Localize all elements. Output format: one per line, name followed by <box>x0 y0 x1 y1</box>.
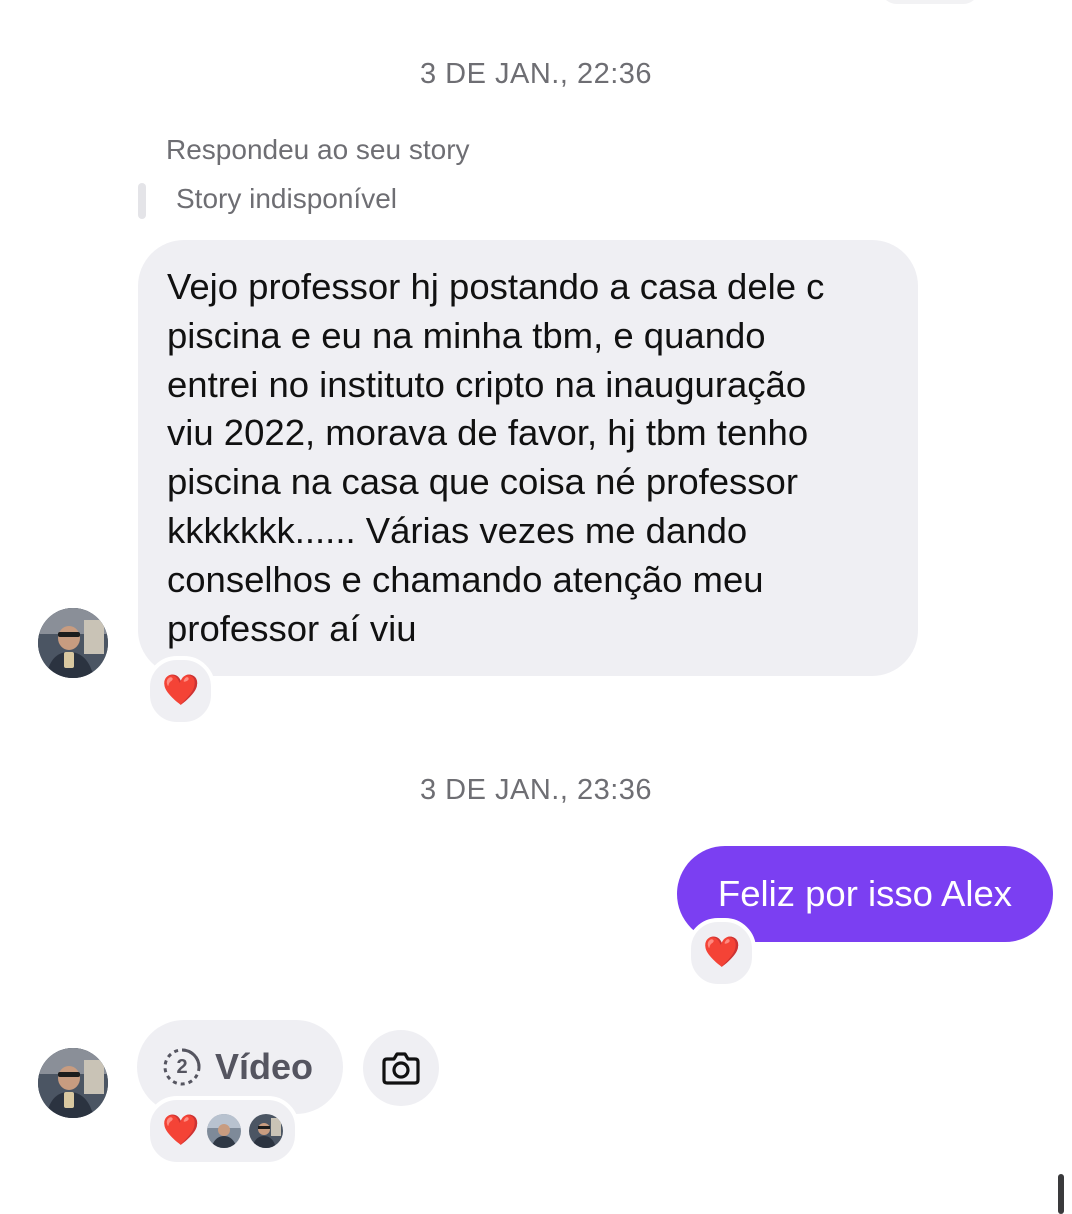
avatar-photo <box>38 1048 108 1118</box>
scrollbar-thumb[interactable] <box>1058 1174 1064 1214</box>
message-line: entrei no instituto cripto na inauguraçã… <box>167 363 807 405</box>
message-line: viu 2022, morava de favor, hj tbm tenho <box>167 412 809 454</box>
sender-avatar[interactable] <box>38 1048 108 1118</box>
story-reply-label: Respondeu ao seu story <box>166 134 470 165</box>
timestamp: 3 DE JAN., 23:36 <box>419 774 653 806</box>
heart-emoji-icon: ❤️ <box>703 936 741 969</box>
sender-avatar[interactable] <box>38 608 108 678</box>
outgoing-message-text: Feliz por isso Alex <box>717 873 1013 914</box>
message-reaction[interactable]: ❤️ <box>146 656 216 726</box>
message-line: Vejo professor hj postando a casa dele c <box>167 266 825 307</box>
message-line: piscina na casa que coisa né professor <box>167 461 799 503</box>
timestamp: 3 DE JAN., 22:36 <box>419 58 653 90</box>
view-count: 2 <box>176 1056 188 1078</box>
story-reply-bar <box>138 183 146 219</box>
previous-message-bubble[interactable] <box>880 0 980 4</box>
message-line: conselhos e chamando atenção meu <box>167 558 764 600</box>
message-reaction[interactable]: ❤️ <box>687 918 757 988</box>
incoming-message-bubble[interactable]: Vejo professor hj postando a casa dele c… <box>138 240 918 676</box>
reactor-avatar <box>249 1114 284 1148</box>
camera-icon <box>382 1052 420 1085</box>
message-reactions[interactable]: ❤️ <box>146 1096 300 1166</box>
message-line: piscina e eu na minha tbm, e quando <box>167 314 766 356</box>
heart-emoji-icon: ❤️ <box>162 674 200 707</box>
story-unavailable-label: Story indisponível <box>176 183 398 214</box>
message-line: kkkkkkk...... Várias vezes me dando <box>167 509 748 551</box>
message-line: professor aí viu <box>167 607 417 649</box>
view-once-icon: 2 <box>161 1046 203 1088</box>
camera-button[interactable] <box>363 1030 439 1106</box>
video-label: Vídeo <box>215 1046 314 1087</box>
reactor-avatar <box>207 1114 242 1148</box>
avatar-photo <box>38 608 108 678</box>
heart-emoji-icon: ❤️ <box>162 1114 200 1147</box>
